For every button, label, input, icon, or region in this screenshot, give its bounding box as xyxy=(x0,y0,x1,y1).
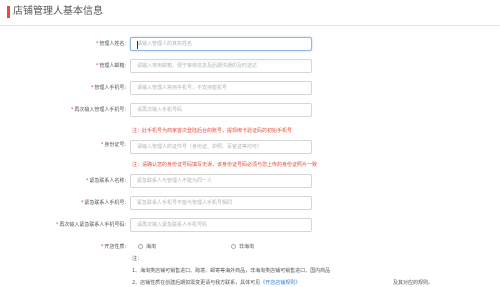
required-mark: * xyxy=(95,63,99,69)
confirm-emergency-phone-label: *再次输入紧急联系人手机号码: xyxy=(56,221,126,229)
note-line-1: 1、海淘类店铺可销售进口、跨境、邮寄等海外商品，非海淘类店铺可销售进口、国内商品 xyxy=(132,268,331,274)
emergency-phone-label-text: 紧急联系人手机号: xyxy=(84,200,126,206)
required-mark: * xyxy=(70,107,74,113)
note-line-2-tail: 及其对应的规则。 xyxy=(393,280,434,286)
store-rules-link[interactable]: 《开店店铺规则》 xyxy=(260,280,300,286)
notes-title: 注： xyxy=(132,256,143,262)
manager-email-input[interactable] xyxy=(131,60,311,72)
manager-name-label-text: 管理人姓名: xyxy=(99,41,126,47)
section-title: 店铺管理人基本信息 xyxy=(13,6,103,17)
note-line-2: 2、店铺性质在创建后期如需变更请与我方联系，具体可见《开店店铺规则》 xyxy=(132,279,300,287)
emergency-phone-label: *紧急联系人手机号: xyxy=(81,199,126,207)
emergency-name-label: *紧急联系人名称: xyxy=(86,177,126,185)
required-mark: * xyxy=(95,41,99,47)
section-header: 店铺管理人基本信息 xyxy=(0,0,500,26)
store-type-label: *开店性质: xyxy=(101,243,126,251)
manager-name-input[interactable] xyxy=(131,38,311,50)
phone-notice: 注：此手机号为商家首次登陆后台的账号，提现绑卡验证码的初始手机号 xyxy=(132,128,293,134)
id-number-input[interactable] xyxy=(131,141,311,153)
manager-name-label: *管理人姓名: xyxy=(96,40,126,48)
confirm-emergency-phone-label-text: 再次输入紧急联系人手机号码: xyxy=(59,222,126,228)
confirm-emergency-phone-input[interactable] xyxy=(131,219,311,231)
manager-name-field[interactable] xyxy=(130,37,312,51)
emergency-name-field[interactable] xyxy=(130,174,312,188)
radio-option-overseas-label: 海淘 xyxy=(146,244,157,250)
required-mark: * xyxy=(55,222,59,228)
store-manager-form-page: 店铺管理人基本信息 *管理人姓名: *管理人邮箱: *管理人手机号: *再次输入… xyxy=(0,0,500,287)
manager-email-field[interactable] xyxy=(130,59,312,73)
id-number-label: *身份证号: xyxy=(101,141,126,149)
radio-circle-icon[interactable] xyxy=(231,244,236,249)
required-mark: * xyxy=(85,178,89,184)
manager-phone-label-text: 管理人手机号: xyxy=(94,85,126,91)
confirm-manager-phone-label-text: 再次输入管理人手机号: xyxy=(74,107,126,113)
id-number-field[interactable] xyxy=(130,140,312,154)
manager-email-label-text: 管理人邮箱: xyxy=(99,63,126,69)
confirm-manager-phone-label: *再次输入管理人手机号: xyxy=(71,106,126,114)
manager-phone-field[interactable] xyxy=(130,81,312,95)
required-mark: * xyxy=(100,244,104,250)
manager-phone-input[interactable] xyxy=(131,82,311,94)
confirm-emergency-phone-field[interactable] xyxy=(130,218,312,232)
manager-email-label: *管理人邮箱: xyxy=(96,62,126,70)
id-notice: 注：请确认您的身份证号码填写无误，该身份证号码必须与您上传的身份证照片一致 xyxy=(132,162,318,168)
emergency-name-label-text: 紧急联系人名称: xyxy=(89,178,126,184)
required-mark: * xyxy=(90,85,94,91)
confirm-manager-phone-input[interactable] xyxy=(131,104,311,116)
radio-option-domestic-label: 非海淘 xyxy=(239,244,255,250)
store-type-label-text: 开店性质: xyxy=(104,244,126,250)
confirm-manager-phone-field[interactable] xyxy=(130,103,312,117)
manager-phone-label: *管理人手机号: xyxy=(91,84,126,92)
text-caret xyxy=(137,41,138,49)
id-number-label-text: 身份证号: xyxy=(104,142,126,148)
emergency-phone-input[interactable] xyxy=(131,197,311,209)
required-mark: * xyxy=(100,142,104,148)
radio-circle-icon[interactable] xyxy=(138,244,143,249)
note-line-2-text: 2、店铺性质在创建后期如需变更请与我方联系，具体可见 xyxy=(132,280,261,286)
emergency-phone-field[interactable] xyxy=(130,196,312,210)
emergency-name-input[interactable] xyxy=(131,175,311,187)
section-accent-bar xyxy=(7,6,10,18)
required-mark: * xyxy=(80,200,84,206)
